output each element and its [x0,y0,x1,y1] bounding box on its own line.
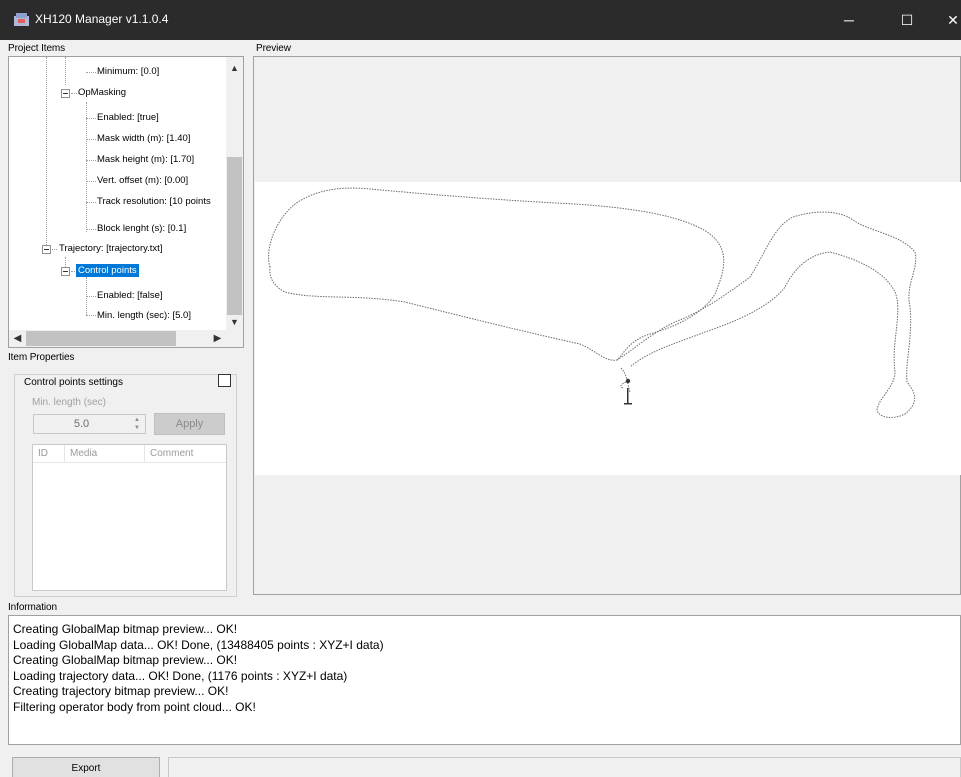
column-header-comment[interactable]: Comment [145,445,226,463]
information-log[interactable]: Creating GlobalMap bitmap preview... OK!… [8,615,961,745]
scroll-thumb[interactable] [26,331,176,346]
close-button[interactable]: ✕ [930,0,961,40]
scroll-thumb[interactable] [227,157,242,315]
app-icon [14,13,29,26]
log-line: Creating GlobalMap bitmap preview... OK! [13,653,238,667]
scroll-left-icon[interactable]: ◀ [9,330,26,347]
tree-item-label: OpMasking [78,87,127,98]
preview-label: Preview [256,43,291,54]
trajectory-end-marker [625,378,631,384]
horizontal-scrollbar[interactable]: ◀ ▶ [9,330,243,347]
tree-item-label: Enabled: [true] [97,112,159,123]
tree-item-label: Minimum: [0.0] [97,66,160,77]
min-length-value[interactable]: 5.0 [34,415,129,433]
log-line: Filtering operator body from point cloud… [13,699,256,714]
column-header-media[interactable]: Media [65,445,145,463]
window-title: XH120 Manager v1.1.0.4 [35,12,169,26]
log-line: Loading GlobalMap data... OK! Done, (134… [13,637,384,652]
scroll-right-icon[interactable]: ▶ [209,330,226,347]
tree-item-label: Track resolution: [10 points [97,196,211,207]
collapse-icon[interactable] [61,267,70,276]
tree-item-trajectory[interactable]: Trajectory: [trajectory.txt] [57,239,164,259]
trajectory-path [268,187,725,361]
tree-item-label: Trajectory: [trajectory.txt] [59,243,163,254]
title-bar: XH120 Manager v1.1.0.4 ─ ☐ ✕ [0,0,961,40]
tree-item-opmasking[interactable]: OpMasking [76,83,128,103]
tree-item-label: Control points [76,264,139,277]
project-items-label: Project Items [8,43,66,54]
tree-item[interactable]: Min. length (sec): [5.0] [95,306,193,326]
item-properties-label: Item Properties [8,352,75,363]
column-header-id[interactable]: ID [33,445,65,463]
scroll-up-icon[interactable]: ▲ [226,59,243,76]
stepper-arrows-icon[interactable]: ▲ ▼ [129,415,145,433]
list-header: ID Media Comment [33,445,226,463]
min-length-label: Min. length (sec) [32,397,106,408]
group-title: Control points settings [22,377,125,388]
export-button[interactable]: Export [12,757,160,777]
control-points-list[interactable]: ID Media Comment [32,444,227,591]
tree-item[interactable]: Enabled: [true] [95,108,161,128]
tree-item[interactable]: Minimum: [0.0] [95,62,161,82]
preview-panel[interactable] [253,56,961,595]
information-label: Information [8,602,57,613]
scroll-down-icon[interactable]: ▼ [226,313,243,330]
tree-item[interactable]: Enabled: [false] [95,286,165,306]
tree-item-control-points[interactable]: Control points [76,261,139,281]
apply-button[interactable]: Apply [154,413,225,435]
minimize-button[interactable]: ─ [826,0,872,40]
log-line: Creating GlobalMap bitmap preview... OK! [13,622,238,636]
tree-item[interactable]: Block lenght (s): [0.1] [95,219,188,239]
collapse-icon[interactable] [42,245,51,254]
tree-item[interactable]: Track resolution: [10 points [95,192,213,212]
tree-connector [86,102,87,232]
collapse-icon[interactable] [61,89,70,98]
tree-item[interactable]: Mask width (m): [1.40] [95,129,192,149]
tree-item-label: Vert. offset (m): [0.00] [97,175,189,186]
map-preview[interactable] [255,182,961,475]
maximize-button[interactable]: ☐ [884,0,930,40]
tree-item-label: Mask width (m): [1.40] [97,133,191,144]
trajectory-plot [268,187,917,418]
tree-item-label: Mask height (m): [1.70] [97,154,195,165]
status-field [168,757,961,777]
enable-checkbox[interactable] [218,374,231,387]
trajectory-end-marker [624,403,632,405]
tree-item-label: Block lenght (s): [0.1] [97,223,187,234]
tree-item[interactable]: Vert. offset (m): [0.00] [95,171,190,191]
tree-connector [65,57,66,85]
tree-connector [46,57,47,249]
log-line: Loading trajectory data... OK! Done, (11… [13,668,348,683]
min-length-stepper[interactable]: 5.0 ▲ ▼ [33,414,146,434]
vertical-scrollbar[interactable]: ▲ ▼ [226,57,243,331]
trajectory-path [616,211,917,418]
log-line: Creating trajectory bitmap preview... OK… [13,684,229,698]
trajectory-end-marker [627,388,629,404]
project-tree[interactable]: Minimum: [0.0] OpMasking Enabled: [true]… [8,56,244,348]
tree-item-label: Enabled: [false] [97,290,163,301]
tree-item[interactable]: Mask height (m): [1.70] [95,150,196,170]
tree-item-label: Min. length (sec): [5.0] [97,310,191,321]
